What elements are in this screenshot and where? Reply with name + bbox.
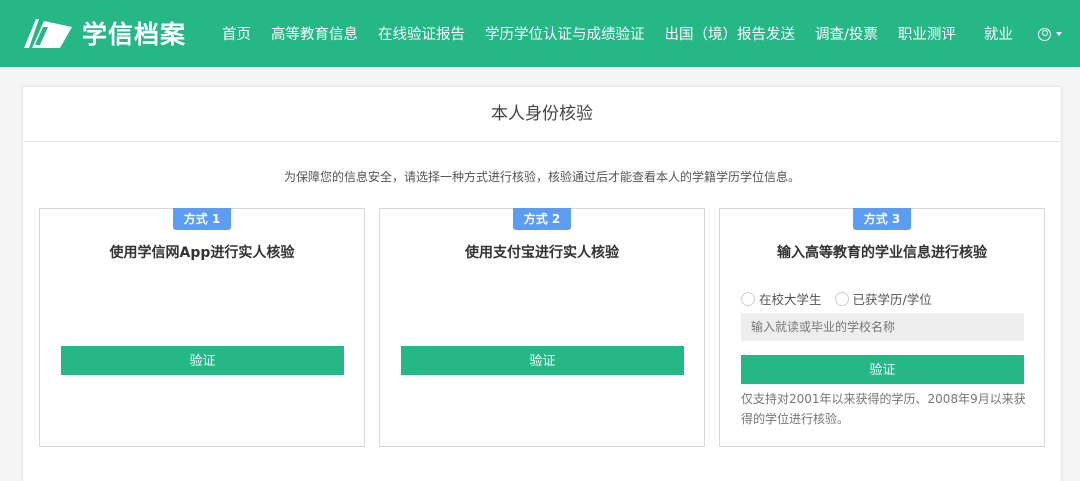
nav-higher-education[interactable]: 高等教育信息 [261, 23, 368, 44]
main-nav: 首页 高等教育信息 在线验证报告 学历学位认证与成绩验证 出国（境）报告发送 调… [212, 0, 1023, 67]
radio-current-student[interactable]: 在校大学生 [741, 289, 822, 308]
method-badge: 方式 3 [853, 208, 911, 230]
verify-app-button[interactable]: 验证 [61, 346, 344, 375]
nav-home[interactable]: 首页 [212, 23, 261, 44]
radio-circle-icon[interactable] [834, 291, 849, 306]
method-card-app: 方式 1 使用学信网App进行实人核验 验证 [39, 208, 365, 447]
radio-circle-icon[interactable] [741, 291, 755, 306]
nav-survey[interactable]: 调查/投票 [805, 23, 888, 44]
school-name-input[interactable] [741, 313, 1024, 341]
nav-employment[interactable]: 就业 [966, 23, 1023, 44]
method-title: 使用学信网App进行实人核验 [109, 245, 295, 261]
nav-degree-certification[interactable]: 学历学位认证与成绩验证 [475, 23, 655, 44]
verify-academic-button[interactable]: 验证 [741, 355, 1024, 384]
method-card-alipay: 方式 2 使用支付宝进行实人核验 验证 [379, 208, 705, 447]
method-badge: 方式 2 [513, 208, 571, 230]
page-description: 为保障您的信息安全，请选择一种方式进行核验，核验通过后才能查看本人的学籍学历学位… [283, 170, 800, 184]
radio-label: 已获学历/学位 [852, 292, 932, 307]
method-card-academic-info: 方式 3 输入高等教育的学业信息进行核验 在校大学生 已获学历/学位 验证 仅支… [719, 208, 1045, 447]
verify-alipay-button[interactable]: 验证 [401, 346, 684, 375]
method-badge: 方式 1 [173, 208, 231, 230]
radio-graduated[interactable]: 已获学历/学位 [834, 289, 932, 308]
nav-online-report[interactable]: 在线验证报告 [368, 23, 475, 44]
method-title: 输入高等教育的学业信息进行核验 [777, 245, 987, 261]
site-logo[interactable]: 学信档案 [22, 14, 186, 52]
top-header: 学信档案 首页 高等教育信息 在线验证报告 学历学位认证与成绩验证 出国（境）报… [0, 0, 1080, 67]
page-title: 本人身份核验 [23, 87, 1061, 142]
nav-overseas-report[interactable]: 出国（境）报告发送 [655, 23, 806, 44]
nav-career-assessment[interactable]: 职业测评 [888, 23, 966, 44]
radio-label: 在校大学生 [759, 292, 822, 307]
chevron-down-icon [1056, 32, 1062, 36]
identity-verification-panel: 本人身份核验 为保障您的信息安全，请选择一种方式进行核验，核验通过后才能查看本人… [22, 86, 1062, 481]
student-type-radio-group: 在校大学生 已获学历/学位 [741, 289, 945, 308]
logo-mark-icon [24, 19, 72, 48]
verification-note: 仅支持对2001年以来获得的学历、2008年9月以来获得的学位进行核验。 [741, 392, 1026, 426]
user-icon [1038, 27, 1051, 41]
method-title: 使用支付宝进行实人核验 [465, 245, 619, 261]
user-menu[interactable] [1038, 24, 1062, 44]
logo-text: 学信档案 [82, 20, 187, 49]
